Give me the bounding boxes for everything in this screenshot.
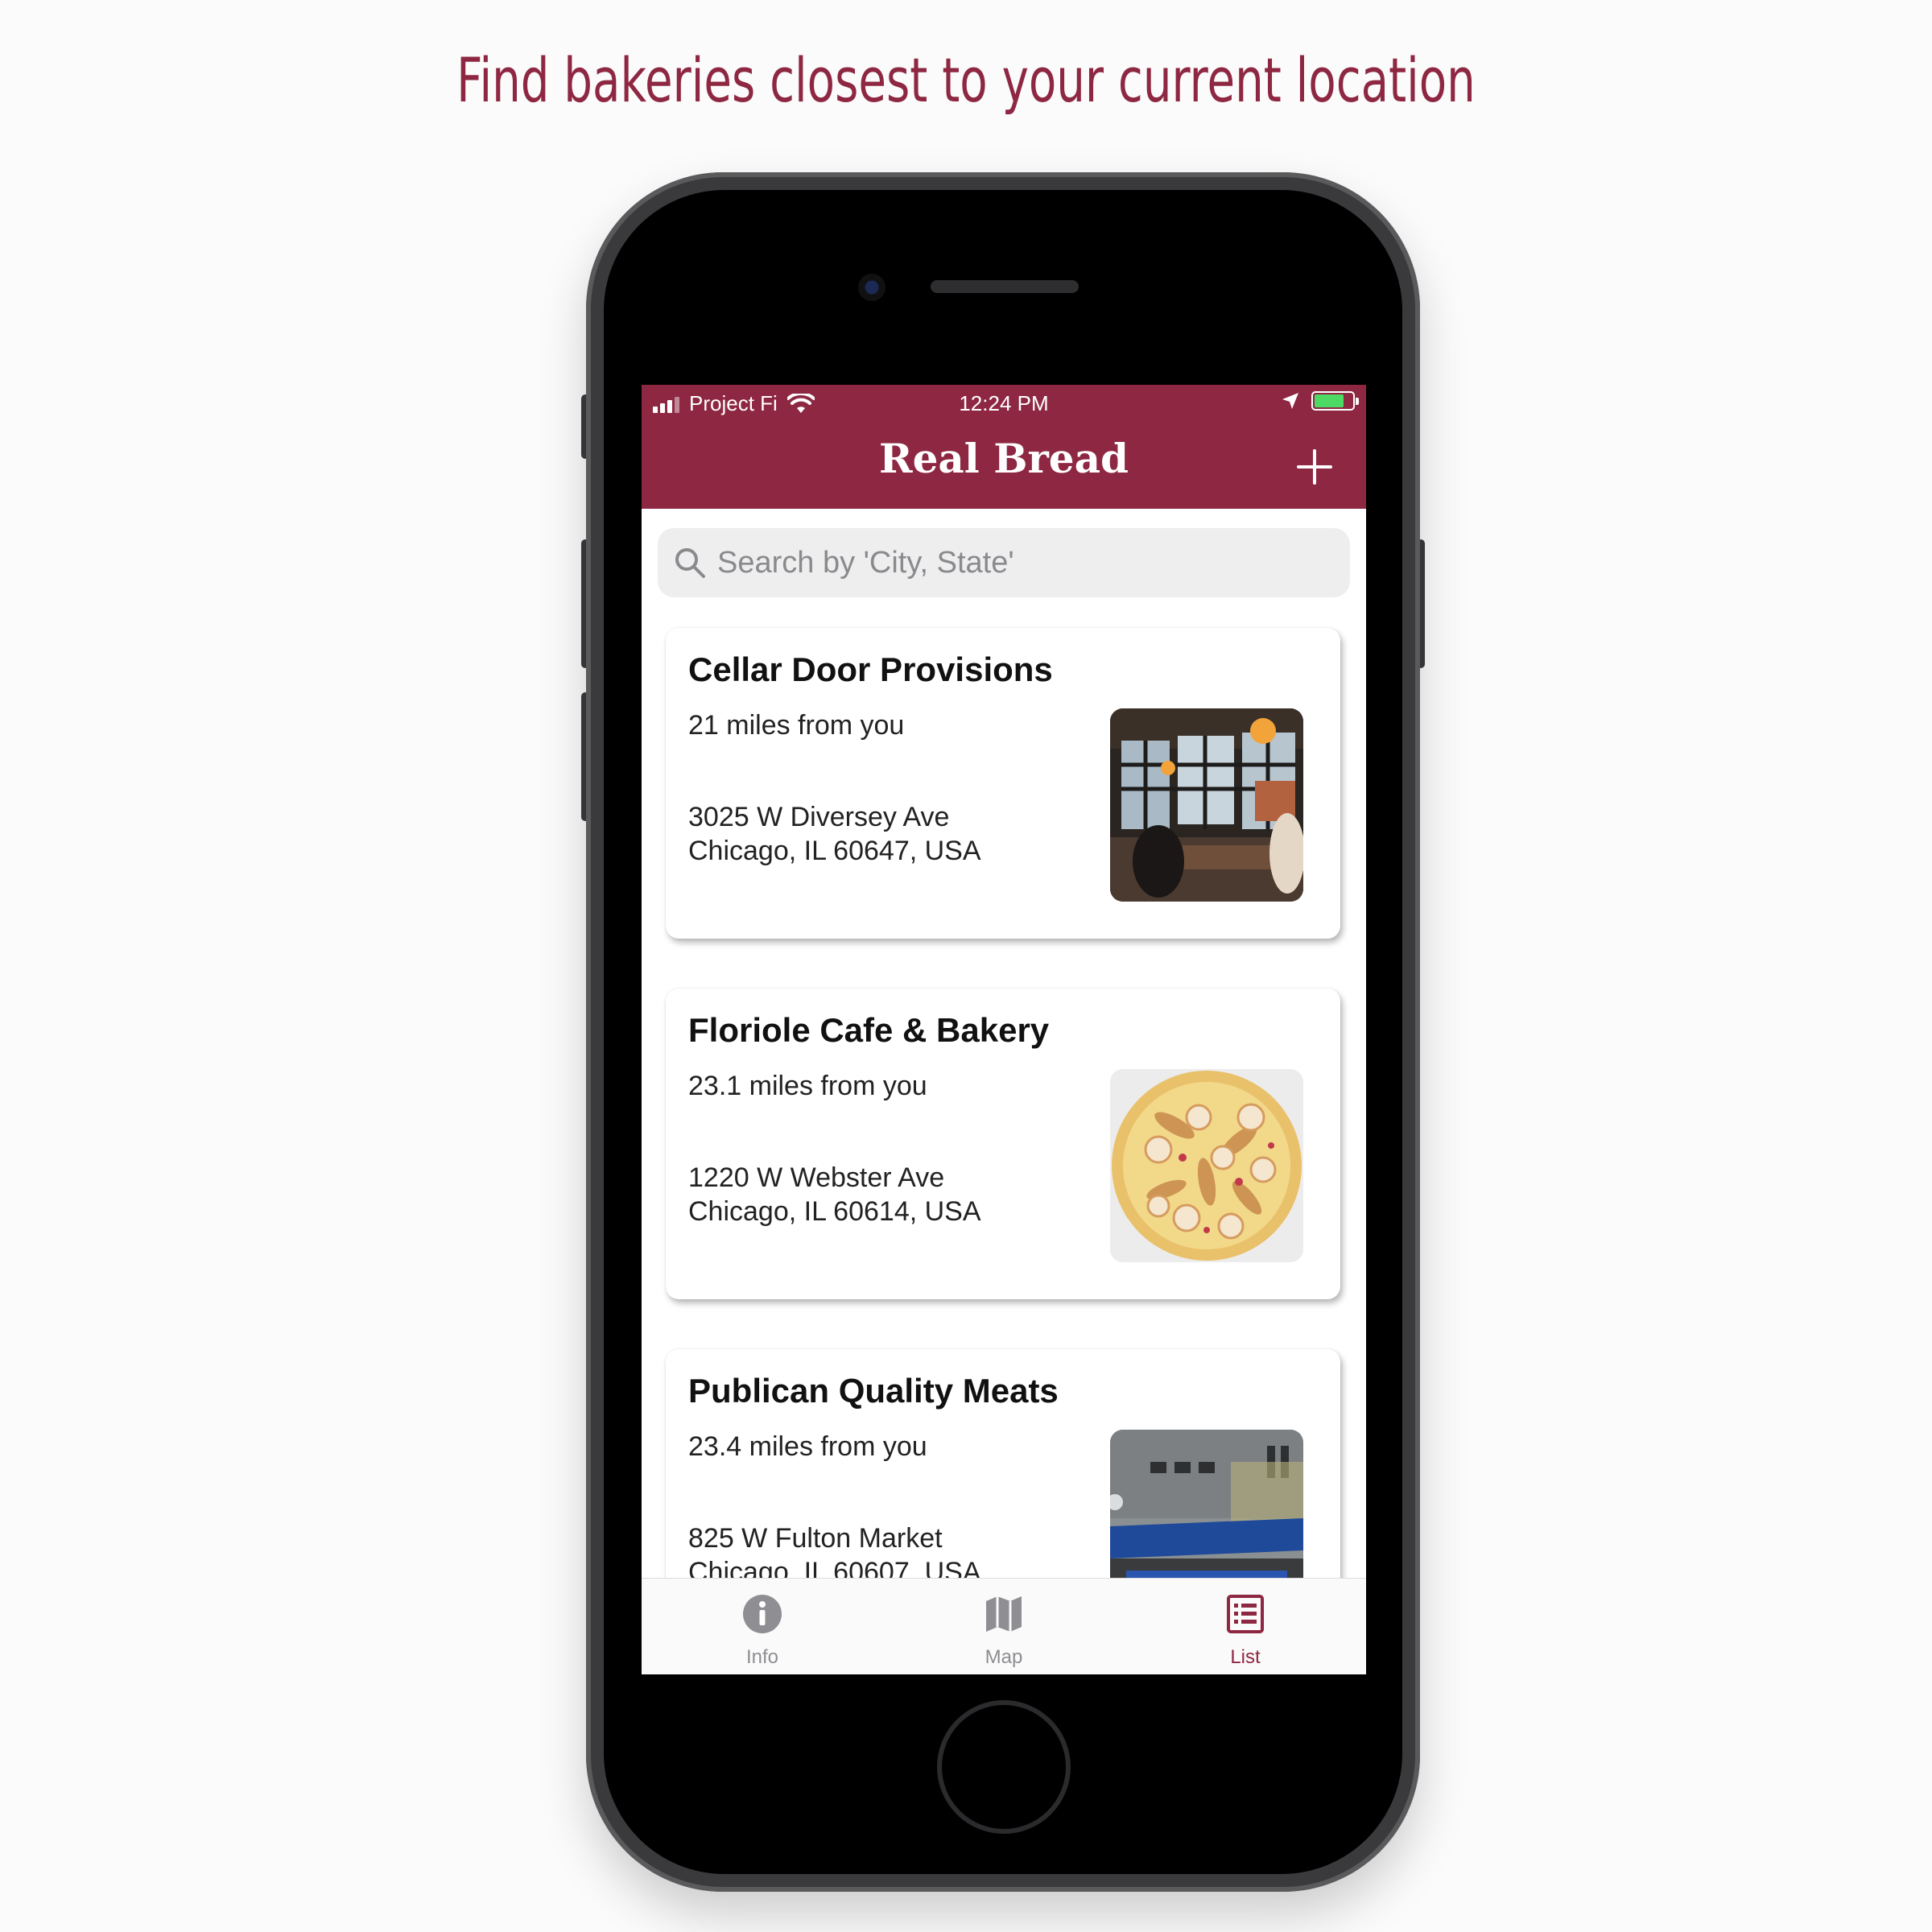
- headline: Find bakeries closest to your current lo…: [456, 44, 1476, 116]
- bakery-distance: 23.4 miles from you: [688, 1431, 927, 1462]
- bakery-card-floriole[interactable]: Floriole Cafe & Bakery 23.1 miles from y…: [666, 989, 1340, 1299]
- map-icon: [986, 1596, 1022, 1632]
- bakery-distance: 21 miles from you: [688, 710, 905, 741]
- status-bar: Project Fi 12:24 PM: [642, 385, 1366, 422]
- location-arrow-icon: [1282, 393, 1298, 409]
- tab-map[interactable]: Map: [883, 1579, 1125, 1674]
- bakery-address-line1: 825 W Fulton Market: [688, 1523, 943, 1554]
- search-bar[interactable]: [658, 528, 1350, 597]
- plus-icon[interactable]: [1295, 448, 1334, 486]
- bakery-name: Cellar Door Provisions: [688, 650, 1053, 688]
- bakery-photo: [1110, 1430, 1303, 1578]
- bakery-address-line2: Chicago, IL 60647, USA: [688, 836, 981, 866]
- home-button[interactable]: [937, 1700, 1071, 1834]
- bakery-name: Publican Quality Meats: [688, 1372, 1059, 1410]
- status-time: 12:24 PM: [959, 391, 1049, 415]
- front-camera: [858, 274, 886, 301]
- tab-list[interactable]: List: [1125, 1579, 1366, 1674]
- tab-bar: Info Map List: [642, 1578, 1366, 1674]
- tab-label: Info: [745, 1646, 779, 1668]
- bakery-address-line1: 3025 W Diversey Ave: [688, 802, 950, 832]
- earpiece-speaker: [931, 280, 1079, 293]
- bakery-distance: 23.1 miles from you: [688, 1071, 927, 1101]
- bakery-name: Floriole Cafe & Bakery: [688, 1011, 1050, 1049]
- bakery-address-line1: 1220 W Webster Ave: [688, 1162, 945, 1193]
- bakery-address-line2: Chicago, IL 60607, USA: [688, 1557, 981, 1578]
- tab-label: Map: [985, 1646, 1023, 1668]
- list-icon: [1227, 1595, 1264, 1633]
- bakery-photo: [1110, 1069, 1303, 1262]
- tab-label: List: [1230, 1646, 1261, 1668]
- bakery-photo: [1110, 708, 1303, 902]
- battery-charging-icon: [1311, 391, 1359, 411]
- app-title: Real Bread: [879, 435, 1129, 482]
- bakery-address-line2: Chicago, IL 60614, USA: [688, 1196, 981, 1227]
- search-icon: [675, 548, 705, 578]
- info-icon: [743, 1595, 782, 1633]
- bakery-list[interactable]: Cellar Door Provisions 21 miles from you…: [642, 597, 1366, 1578]
- bakery-card-cellar-door[interactable]: Cellar Door Provisions 21 miles from you…: [666, 628, 1340, 939]
- navigation-bar: Project Fi 12:24 PM Real Bread: [642, 385, 1366, 509]
- search-input[interactable]: [717, 545, 1329, 580]
- tab-info[interactable]: Info: [642, 1579, 883, 1674]
- app-screen: Project Fi 12:24 PM Real Bread Search by…: [642, 385, 1366, 1674]
- bakery-card-publican[interactable]: Publican Quality Meats 23.4 miles from y…: [666, 1349, 1340, 1578]
